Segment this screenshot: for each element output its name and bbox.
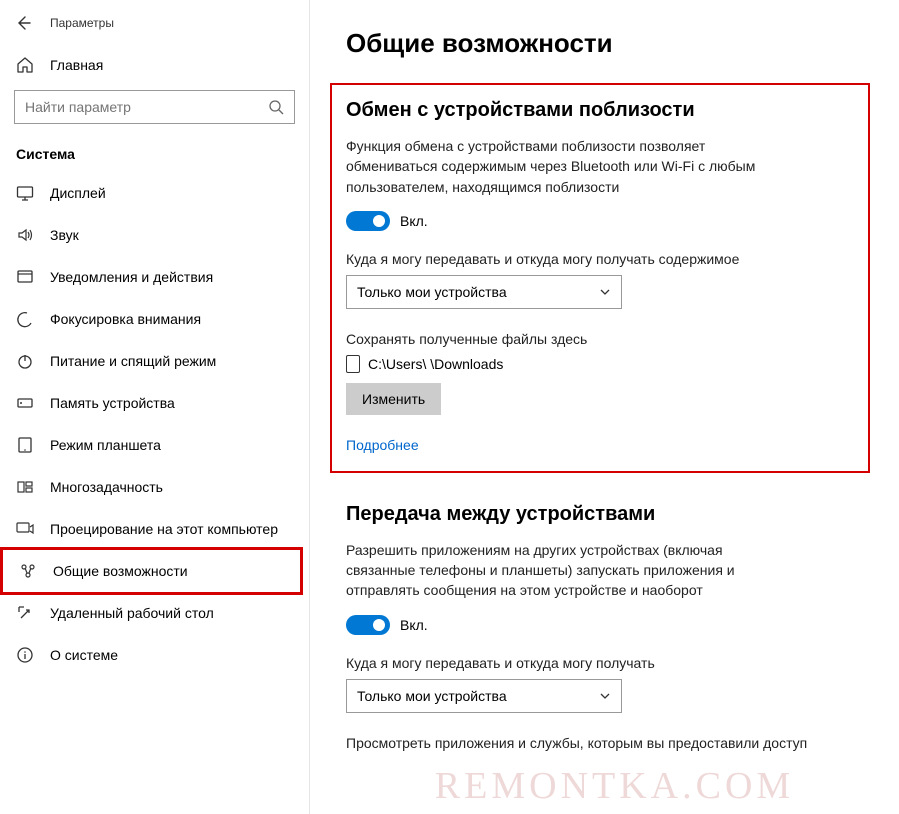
focus-icon (16, 310, 34, 328)
search-icon (268, 99, 284, 115)
apps-access-label: Просмотреть приложения и службы, которым… (346, 735, 879, 751)
sidebar-item-remote[interactable]: Удаленный рабочий стол (0, 592, 309, 634)
share-with-dropdown2[interactable]: Только мои устройства (346, 679, 622, 713)
toggle-label: Вкл. (400, 617, 428, 633)
back-button[interactable] (14, 14, 32, 32)
tablet-icon (16, 436, 34, 454)
nav-label: Звук (50, 227, 79, 243)
sidebar-item-shared[interactable]: Общие возможности (0, 547, 303, 595)
save-to-label: Сохранять полученные файлы здесь (346, 331, 854, 347)
share-with-dropdown[interactable]: Только мои устройства (346, 275, 622, 309)
nav-label: Многозадачность (50, 479, 163, 495)
back-arrow-icon (15, 15, 31, 31)
sound-icon (16, 226, 34, 244)
device-icon (346, 355, 360, 373)
section-desc: Разрешить приложениям на других устройст… (346, 540, 786, 601)
nearby-toggle-row: Вкл. (346, 211, 854, 231)
section-desc: Функция обмена с устройствами поблизости… (346, 136, 786, 197)
dropdown-value: Только мои устройства (357, 688, 507, 704)
section-title: Передача между устройствами (346, 503, 879, 526)
sidebar-item-display[interactable]: Дисплей (0, 172, 309, 214)
nav-label: Уведомления и действия (50, 269, 213, 285)
power-icon (16, 352, 34, 370)
learn-more-link[interactable]: Подробнее (346, 437, 419, 453)
about-icon (16, 646, 34, 664)
sidebar-item-notifications[interactable]: Уведомления и действия (0, 256, 309, 298)
sidebar-item-storage[interactable]: Память устройства (0, 382, 309, 424)
sidebar-item-sound[interactable]: Звук (0, 214, 309, 256)
search-input[interactable] (25, 99, 268, 115)
nearby-sharing-section: Обмен с устройствами поблизости Функция … (330, 83, 870, 473)
project-icon (16, 520, 34, 538)
section-title: Обмен с устройствами поблизости (346, 99, 854, 122)
remote-icon (16, 604, 34, 622)
sidebar: Параметры Главная Система Дисплей Звук У… (0, 0, 310, 814)
page-title: Общие возможности (346, 28, 879, 59)
search-box[interactable] (14, 90, 295, 124)
nav-label: Проецирование на этот компьютер (50, 521, 278, 537)
content-area: Общие возможности Обмен с устройствами п… (310, 0, 899, 814)
save-path-row: C:\Users\ \Downloads (346, 355, 854, 373)
chevron-down-icon (599, 690, 611, 702)
cross-device-toggle-row: Вкл. (346, 615, 879, 635)
sidebar-item-projecting[interactable]: Проецирование на этот компьютер (0, 508, 309, 550)
sidebar-item-focus[interactable]: Фокусировка внимания (0, 298, 309, 340)
sidebar-item-multitask[interactable]: Многозадачность (0, 466, 309, 508)
nearby-toggle[interactable] (346, 211, 390, 231)
toggle-label: Вкл. (400, 213, 428, 229)
titlebar: Параметры (0, 8, 309, 46)
nav-label: Режим планшета (50, 437, 161, 453)
share-with-label: Куда я могу передавать и откуда могу пол… (346, 251, 854, 267)
nav-label: Удаленный рабочий стол (50, 605, 214, 621)
nav-label: Память устройства (50, 395, 175, 411)
change-button[interactable]: Изменить (346, 383, 441, 415)
dropdown-value: Только мои устройства (357, 284, 507, 300)
nav-label: Дисплей (50, 185, 106, 201)
sidebar-item-tablet[interactable]: Режим планшета (0, 424, 309, 466)
home-icon (16, 56, 34, 74)
sidebar-item-power[interactable]: Питание и спящий режим (0, 340, 309, 382)
cross-device-toggle[interactable] (346, 615, 390, 635)
display-icon (16, 184, 34, 202)
chevron-down-icon (599, 286, 611, 298)
share-with-label2: Куда я могу передавать и откуда могу пол… (346, 655, 879, 671)
save-path: C:\Users\ \Downloads (368, 356, 503, 372)
multitask-icon (16, 478, 34, 496)
notifications-icon (16, 268, 34, 286)
shared-icon (19, 562, 37, 580)
cross-device-section: Передача между устройствами Разрешить пр… (346, 503, 879, 751)
nav-label: О системе (50, 647, 118, 663)
storage-icon (16, 394, 34, 412)
nav-label: Питание и спящий режим (50, 353, 216, 369)
app-title: Параметры (50, 16, 114, 30)
home-label: Главная (50, 57, 103, 73)
sidebar-item-about[interactable]: О системе (0, 634, 309, 676)
nav-label: Фокусировка внимания (50, 311, 201, 327)
home-nav[interactable]: Главная (0, 46, 309, 84)
nav-label: Общие возможности (53, 563, 188, 579)
category-label: Система (0, 140, 309, 172)
